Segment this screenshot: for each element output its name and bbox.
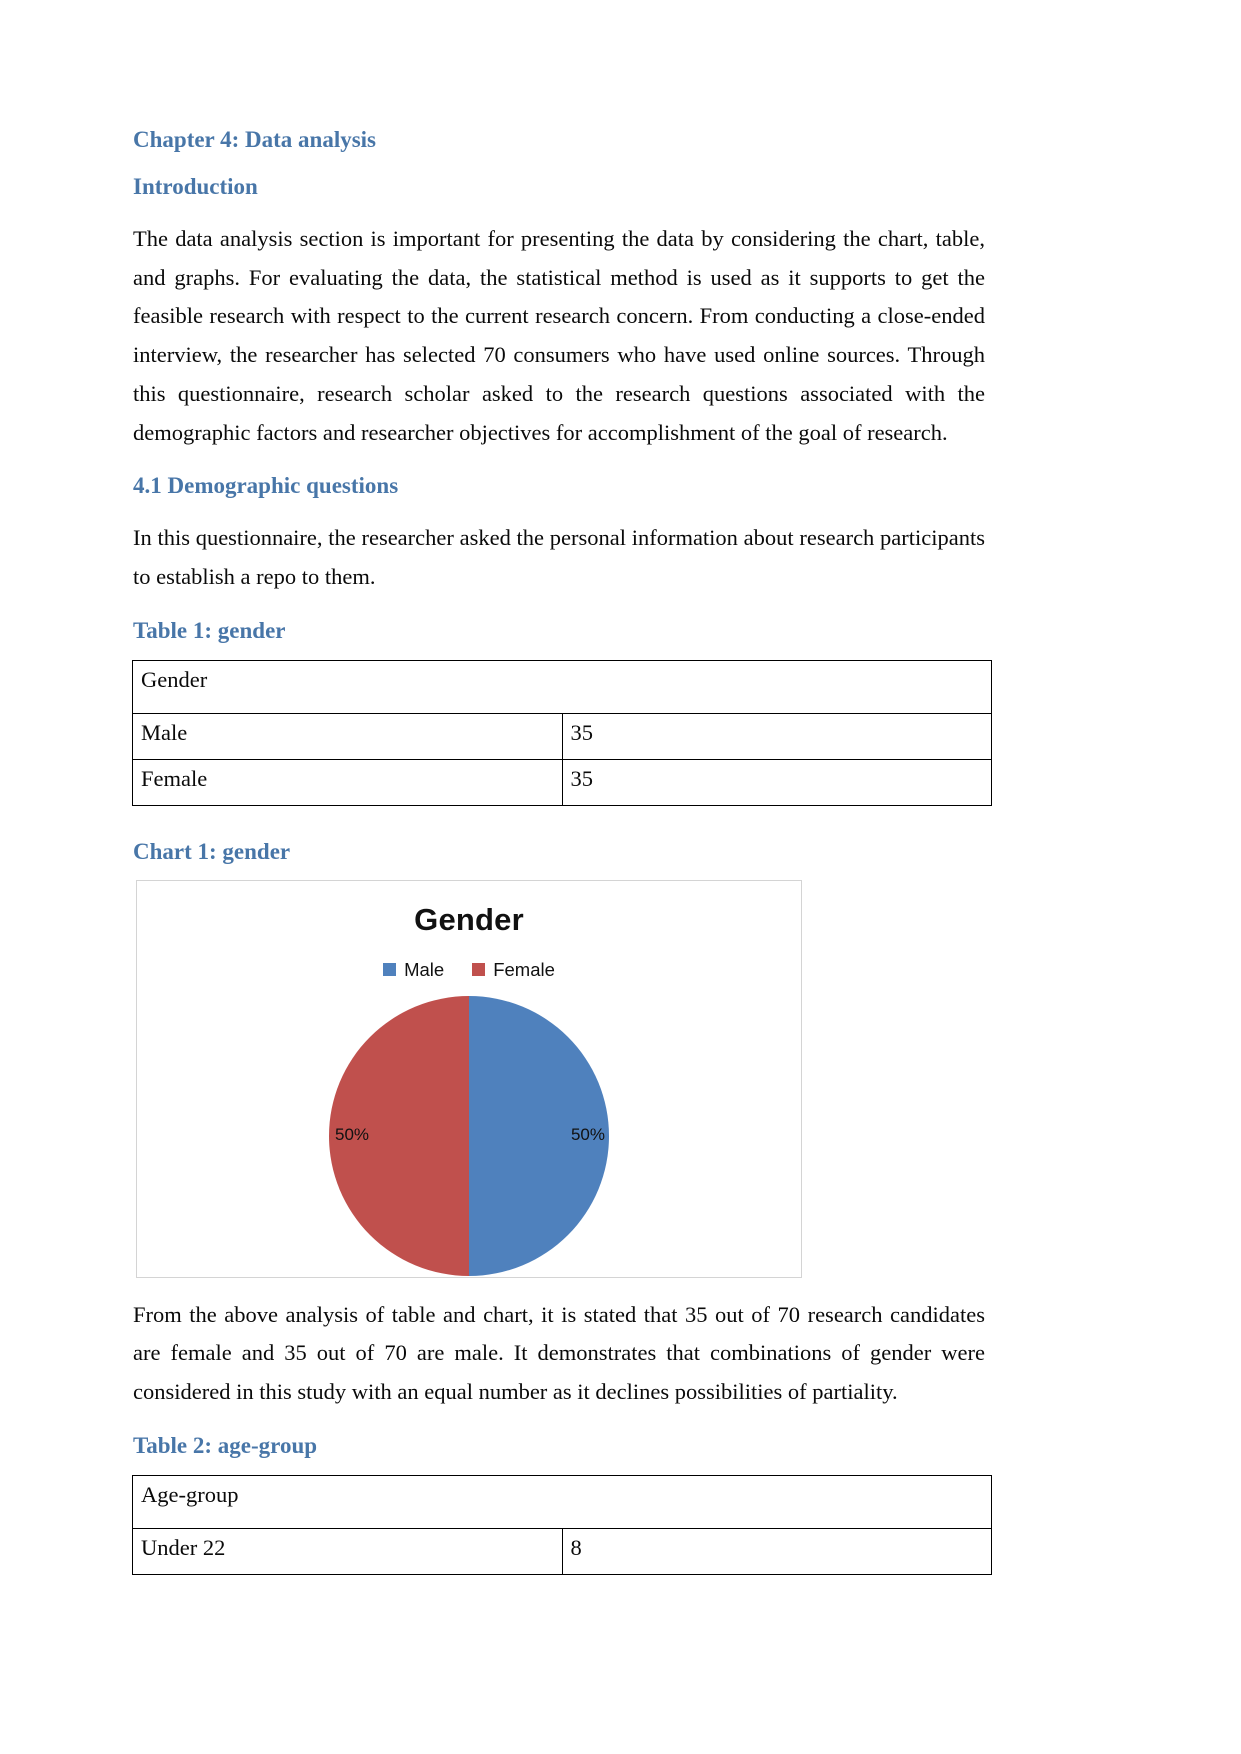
chapter-heading: Chapter 4: Data analysis [133, 127, 377, 152]
table-header-cell: Gender [132, 659, 992, 714]
table-cell-label: Female [132, 758, 563, 806]
document-page: Chapter 4: Data analysis Introduction Th… [0, 0, 1241, 1754]
table-cell-label: Male [132, 712, 563, 760]
table-1-caption: Table 1: gender [133, 617, 286, 643]
pie-graphic: 50% 50% [329, 995, 609, 1276]
age-group-table: Age-group Under 22 8 [132, 1474, 992, 1575]
table-header-cell: Age-group [132, 1474, 992, 1529]
table-cell-value: 8 [561, 1527, 992, 1575]
section-4-1-heading: 4.1 Demographic questions [133, 473, 399, 499]
chart-legend: Male Female [137, 959, 801, 981]
chart-1-caption: Chart 1: gender [133, 838, 291, 864]
introduction-heading: Introduction [133, 174, 258, 199]
table-2-caption: Table 2: age-group [133, 1432, 318, 1458]
after-chart-paragraph: From the above analysis of table and cha… [133, 1301, 985, 1405]
table-row: Under 22 8 [132, 1527, 992, 1575]
table-row: Age-group [132, 1474, 992, 1529]
legend-swatch-female-icon [472, 963, 486, 977]
table-cell-value: 35 [561, 712, 992, 760]
legend-item-male: Male [383, 959, 444, 981]
gender-table: Gender Male 35 Female 35 [132, 659, 992, 806]
table-row: Gender [132, 659, 992, 714]
legend-item-female: Female [472, 959, 555, 981]
table-row: Male 35 [132, 712, 992, 760]
table-cell-label: Under 22 [132, 1527, 563, 1575]
pie-data-label-female: 50% [335, 1124, 370, 1144]
legend-swatch-male-icon [383, 963, 397, 977]
document-content: Chapter 4: Data analysis Introduction Th… [132, 127, 992, 1575]
pie-data-label-male: 50% [570, 1124, 605, 1144]
section-4-1-paragraph: In this questionnaire, the researcher as… [133, 525, 985, 589]
pie-slices [329, 995, 609, 1276]
introduction-paragraph: The data analysis section is important f… [133, 226, 985, 445]
gender-pie-chart: Gender Male Female 50% 50% [136, 879, 802, 1278]
legend-label-male: Male [404, 958, 445, 980]
table-cell-value: 35 [561, 758, 992, 806]
chart-title: Gender [414, 901, 524, 937]
legend-label-female: Female [493, 958, 555, 980]
table-row: Female 35 [132, 758, 992, 806]
